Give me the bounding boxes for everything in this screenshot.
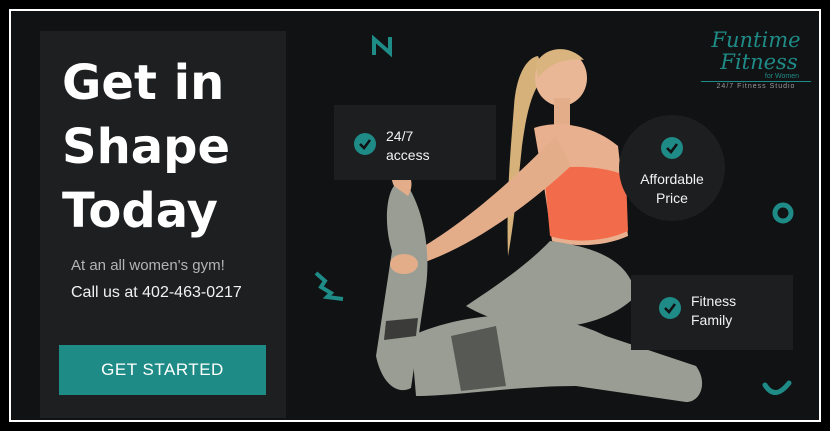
logo-line-2: Fitness: [720, 50, 798, 74]
feature-line-2: Price: [656, 190, 688, 206]
feature-line-2: Family: [691, 312, 733, 328]
zigzag-deco-icon: [314, 271, 344, 301]
feature-text: Fitness Family: [691, 292, 736, 330]
feature-line-1: 24/7: [386, 128, 414, 144]
feature-text: Affordable Price: [619, 170, 725, 208]
promo-panel: Get in Shape Today At an all women's gym…: [40, 31, 286, 418]
headline: Get in Shape Today: [62, 51, 277, 243]
check-icon: [354, 133, 376, 155]
get-started-button[interactable]: GET STARTED: [59, 345, 266, 395]
feature-badge-family: Fitness Family: [631, 275, 793, 350]
logo-line-3: for Women: [764, 73, 799, 80]
feature-line-1: Affordable: [640, 171, 704, 187]
banner-canvas: Get in Shape Today At an all women's gym…: [9, 9, 821, 422]
headline-line-3: Today: [62, 183, 218, 239]
brand-logo: Funtime Fitness for Women 24/7 Fitness S…: [701, 29, 811, 90]
logo-tagline: 24/7 Fitness Studio: [701, 81, 811, 90]
ad-banner: Get in Shape Today At an all women's gym…: [0, 0, 830, 431]
feature-badge-price: Affordable Price: [619, 115, 725, 221]
yoga-woman-image: [376, 49, 703, 402]
feature-badge-access: 24/7 access: [334, 105, 496, 180]
feature-line-1: Fitness: [691, 293, 737, 309]
feature-line-2: access: [386, 147, 430, 163]
check-icon: [659, 297, 681, 319]
check-icon: [661, 137, 683, 159]
arc-deco-icon: [762, 380, 792, 395]
tagline: At an all women's gym!: [71, 257, 225, 274]
headline-line-2: Shape: [62, 119, 231, 175]
logo-line-1: Funtime: [711, 28, 801, 52]
headline-line-1: Get in: [62, 55, 225, 111]
ring-deco-icon: [772, 202, 794, 224]
phone-text: Call us at 402-463-0217: [71, 284, 242, 301]
feature-text: 24/7 access: [386, 127, 430, 165]
